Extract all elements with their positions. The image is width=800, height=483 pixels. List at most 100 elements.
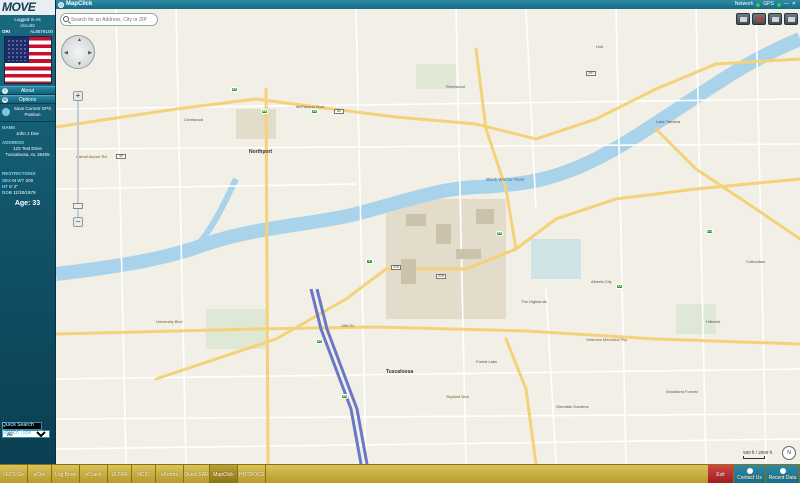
map-label-cottondale: Cottondale [746, 259, 766, 264]
globe-icon [2, 108, 10, 116]
ori-row: ORI AL6576100 [0, 29, 55, 35]
network-label: Network [734, 1, 754, 7]
taskbar-button-eforms[interactable]: eForms [156, 465, 184, 483]
map-label-hillcrest: Hillcrest [706, 319, 721, 324]
map-label-forest-lake: Forest Lake [476, 359, 498, 364]
dob-value: 11/30/1979 [13, 190, 36, 195]
exit-button[interactable]: Exit [708, 465, 734, 483]
mapclick-app-icon [58, 1, 64, 8]
route-shield: 6 [366, 259, 373, 264]
print-icon[interactable] [768, 13, 782, 25]
map-label-holt: Holt [596, 44, 604, 49]
map-label-alberta: Alberta City [591, 279, 612, 284]
route-shield: 11 [616, 284, 623, 289]
map-label-highlands: The Highlands [521, 299, 547, 304]
map-label-15th: 15th St [341, 323, 354, 328]
contact-icon [746, 468, 753, 474]
ht-value: 6' 2" [9, 184, 18, 189]
taskbar-button-lets-go[interactable]: LETS Go [0, 465, 28, 483]
map-label-veterans: Veterans Memorial Pky [586, 337, 628, 342]
route-shield: 171 [706, 229, 713, 234]
recent-data-label: Recent Data [768, 475, 797, 481]
window-title: MapClick [66, 1, 93, 7]
contact-us-label: Contact Us [737, 475, 762, 481]
map-label-river: Black Warrior River [486, 177, 525, 182]
town-area [236, 109, 276, 139]
taskbar-button-mapclick[interactable]: MapClick [210, 465, 238, 483]
ori-label: ORI [2, 29, 11, 34]
map-search-input[interactable] [60, 13, 158, 26]
zoom-control: + − [73, 91, 83, 227]
compass-icon[interactable]: N [782, 446, 796, 460]
pan-right-icon[interactable]: ▶ [88, 50, 92, 56]
pan-up-icon[interactable]: ▲ [77, 37, 82, 43]
wt-label: WT [17, 178, 25, 183]
save-gps-button[interactable]: Save Current GPS Position [0, 104, 55, 122]
physical-info: SEX M WT 200 HT 6' 2" DOB 11/30/1979 [0, 177, 55, 197]
us-flag-image [3, 36, 52, 84]
bottom-taskbar: LETS Go eCite Log Book eCrash ULTRA NCIC… [0, 464, 800, 483]
pan-left-icon[interactable]: ◀ [64, 50, 68, 56]
map-label-woodland: Woodland Forrest [666, 389, 698, 394]
record-icon[interactable] [752, 13, 766, 25]
recent-data-button[interactable]: Recent Data [766, 465, 800, 483]
connection-status: Network GPS — ✕ [735, 0, 796, 9]
login-info: Logged In As dscu88 [0, 15, 55, 29]
gps-label: GPS [763, 1, 774, 7]
route-shield: 69 [261, 109, 268, 114]
age-value: 33 [32, 200, 41, 207]
save-gps-label: Save Current GPS Position [13, 106, 52, 117]
taskbar-button-hotdocs[interactable]: HOTDOCS [238, 465, 266, 483]
options-button[interactable]: ⚙ Options [0, 95, 55, 104]
route-shield: 59 [341, 394, 348, 399]
gear-icon: ⚙ [2, 97, 8, 103]
close-icon[interactable]: ✕ [792, 0, 796, 9]
quick-search-panel: Quick Search Search Type All [0, 420, 56, 464]
name-label: NAME [2, 125, 16, 130]
taskbar-button-ultra[interactable]: ULTRA [108, 465, 132, 483]
sex-value: M [12, 178, 17, 183]
search-type-label: Search Type [2, 430, 32, 436]
taskbar-button-quick-sar[interactable]: Quick SAR [184, 465, 210, 483]
taskbar-button-ecite[interactable]: eCite [28, 465, 52, 483]
map-label-lake: Lake Tamaha [656, 119, 680, 124]
map-view[interactable]: Northport Tuscaloosa McFarland Blvd Carr… [56, 9, 800, 464]
taskbar-spacer [266, 465, 708, 483]
map-label-tuscaloosa: Tuscaloosa [386, 369, 414, 375]
route-shield: 20 [316, 339, 323, 344]
settings-icon[interactable] [784, 13, 798, 25]
pan-control[interactable]: ▲ ▼ ◀ ▶ [61, 35, 95, 69]
map-label-mcfarland: McFarland Blvd [296, 104, 324, 109]
layers-icon[interactable] [736, 13, 750, 25]
taskbar-button-ncic[interactable]: NCIC [132, 465, 156, 483]
zoom-slider-thumb[interactable] [73, 203, 83, 209]
taskbar-button-log-book[interactable]: Log Book [52, 465, 80, 483]
recent-icon [779, 468, 786, 474]
title-bar: MapClick Network GPS — ✕ [56, 0, 800, 9]
route-shield: 13 [311, 109, 318, 114]
map-label-northport: Northport [249, 149, 273, 155]
route-tag: 82 [334, 109, 344, 114]
taskbar-button-ecrash[interactable]: eCrash [80, 465, 108, 483]
zoom-out-button[interactable]: − [73, 217, 83, 227]
address-label: ADDRESS [2, 140, 25, 145]
options-label: Options [18, 97, 37, 103]
zoom-in-button[interactable]: + [73, 91, 83, 101]
map-label-crestwood: Crestwood [184, 117, 204, 122]
map-toolbar [736, 13, 798, 25]
quick-search-label: Quick Search [2, 422, 34, 428]
lake-area [531, 239, 581, 279]
zoom-track[interactable] [77, 101, 79, 217]
route-tag: 30 [116, 154, 126, 159]
map-canvas [56, 9, 800, 464]
network-status-icon [756, 2, 761, 7]
about-button[interactable]: i About [0, 86, 55, 95]
route-shield: 69 [496, 231, 503, 236]
age-label: Age: [14, 200, 31, 207]
map-label-skyland: Skyland Blvd [446, 394, 470, 399]
sex-label: SEX [2, 178, 12, 183]
map-label-university: University Blvd [156, 319, 183, 324]
contact-us-button[interactable]: Contact Us [734, 465, 766, 483]
pan-down-icon[interactable]: ▼ [77, 61, 82, 67]
minimize-icon[interactable]: — [784, 0, 789, 9]
